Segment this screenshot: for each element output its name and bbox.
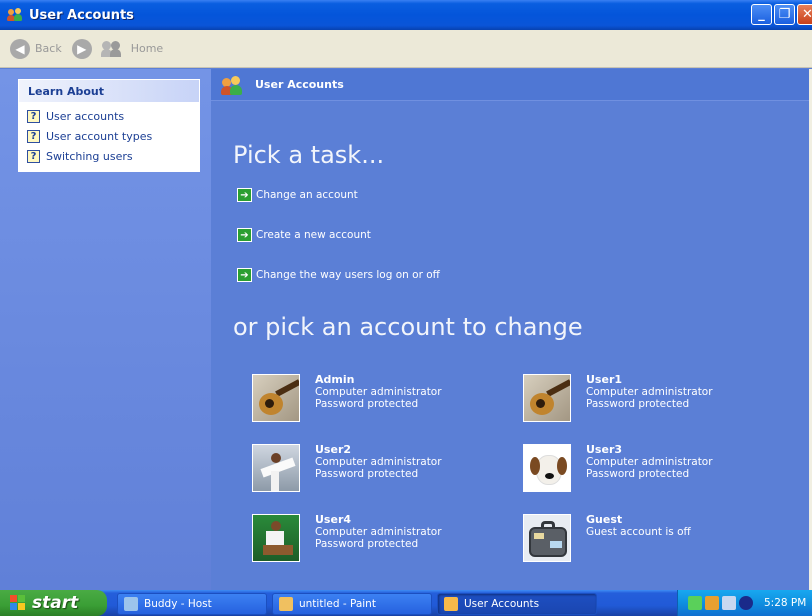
account-tile-user1[interactable]: User1 Computer administrator Password pr… (523, 374, 743, 422)
account-type: Computer administrator (315, 456, 442, 468)
learn-link-user-account-types[interactable]: ? User account types (27, 126, 199, 146)
task-change-logon[interactable]: ➔ Change the way users log on or off (237, 268, 440, 282)
green-arrow-icon: ➔ (237, 268, 252, 282)
account-status: Password protected (315, 398, 419, 410)
main-header-title: User Accounts (255, 78, 344, 91)
windows-logo-icon (10, 595, 26, 611)
start-label: start (32, 593, 79, 613)
account-name: User1 (586, 373, 623, 386)
account-name: User2 (315, 443, 352, 456)
task-change-account[interactable]: ➔ Change an account (237, 188, 358, 202)
learn-about-header: Learn About (19, 80, 199, 102)
back-button[interactable]: ◀ Back (10, 38, 62, 59)
taskbar-button-label: untitled - Paint (299, 598, 376, 610)
taskbar-button-buddy-host[interactable]: Buddy - Host (117, 593, 267, 615)
suitcase-icon (523, 514, 571, 562)
back-label: Back (35, 42, 62, 55)
restore-icon: ❐ (778, 7, 791, 22)
task-label: Change an account (256, 189, 358, 201)
task-label: Change the way users log on or off (256, 269, 440, 281)
taskbar-button-label: User Accounts (464, 598, 540, 610)
main-content-pane: User Accounts Pick a task... ➔ Change an… (211, 69, 812, 590)
dog-icon (523, 444, 571, 492)
task-create-account[interactable]: ➔ Create a new account (237, 228, 371, 242)
user-accounts-icon (221, 74, 243, 96)
close-icon: ✕ (802, 7, 812, 22)
minimize-icon: _ (758, 7, 765, 22)
network-icon (124, 597, 138, 611)
tray-app-icon[interactable] (688, 596, 702, 610)
main-header: User Accounts (211, 69, 812, 101)
help-icon: ? (27, 109, 40, 123)
restore-button[interactable]: ❐ (774, 4, 795, 25)
account-tile-admin[interactable]: Admin Computer administrator Password pr… (252, 374, 472, 422)
account-tile-guest[interactable]: Guest Guest account is off (523, 514, 743, 562)
pick-account-heading: or pick an account to change (233, 313, 583, 341)
account-status: Password protected (586, 398, 690, 410)
home-label: Home (130, 42, 164, 55)
window-title: User Accounts (29, 7, 134, 23)
learn-link-label: Switching users (46, 149, 133, 163)
learn-link-label: User accounts (46, 109, 125, 123)
learn-link-switching-users[interactable]: ? Switching users (27, 146, 199, 166)
account-status: Password protected (586, 468, 690, 480)
tray-volume-icon[interactable] (739, 596, 753, 610)
learn-link-user-accounts[interactable]: ? User accounts (27, 106, 199, 126)
account-tile-user2[interactable]: User2 Computer administrator Password pr… (252, 444, 472, 492)
forward-button[interactable]: ▶ (71, 38, 92, 59)
navigation-toolbar: ◀ Back ▶ Home (0, 30, 812, 68)
learn-about-panel: Learn About ? User accounts ? User accou… (18, 79, 200, 172)
tray-network-icon[interactable] (705, 596, 719, 610)
help-icon: ? (27, 149, 40, 163)
forward-arrow-icon: ▶ (71, 38, 92, 59)
home-icon (100, 40, 126, 57)
start-button[interactable]: start (0, 590, 107, 616)
account-name: Admin (315, 373, 355, 386)
account-status: Password protected (315, 468, 419, 480)
green-arrow-icon: ➔ (237, 188, 252, 202)
close-button[interactable]: ✕ (797, 4, 812, 25)
clock[interactable]: 5:28 PM (764, 597, 806, 609)
help-icon: ? (27, 129, 40, 143)
account-type: Computer administrator (315, 526, 442, 538)
taskbar-button-user-accounts[interactable]: User Accounts (437, 593, 597, 615)
user-accounts-icon (444, 597, 458, 611)
task-label: Create a new account (256, 229, 371, 241)
minimize-button[interactable]: _ (751, 4, 772, 25)
green-arrow-icon: ➔ (237, 228, 252, 242)
account-tile-user4[interactable]: User4 Computer administrator Password pr… (252, 514, 472, 562)
account-name: User3 (586, 443, 623, 456)
karate-icon (252, 444, 300, 492)
account-status: Password protected (315, 538, 419, 550)
user-accounts-icon (7, 8, 23, 22)
system-tray: 5:28 PM (677, 590, 812, 616)
taskbar-button-paint[interactable]: untitled - Paint (272, 593, 432, 615)
guitar-icon (252, 374, 300, 422)
taskbar-button-label: Buddy - Host (144, 598, 212, 610)
account-name: Guest (586, 513, 623, 526)
pick-task-heading: Pick a task... (233, 141, 385, 169)
tray-monitor-icon[interactable] (722, 596, 736, 610)
home-button[interactable]: Home (100, 40, 164, 57)
account-type: Computer administrator (586, 386, 713, 398)
account-name: User4 (315, 513, 352, 526)
left-task-pane: Learn About ? User accounts ? User accou… (0, 69, 211, 590)
account-type: Guest account is off (586, 526, 691, 538)
account-type: Computer administrator (315, 386, 442, 398)
paint-icon (279, 597, 293, 611)
account-tile-user3[interactable]: User3 Computer administrator Password pr… (523, 444, 743, 492)
window-titlebar[interactable]: User Accounts _ ❐ ✕ (0, 0, 812, 30)
learn-link-label: User account types (46, 129, 153, 143)
taskbar: start Buddy - Host untitled - Paint User… (0, 590, 812, 616)
soccer-icon (252, 514, 300, 562)
account-type: Computer administrator (586, 456, 713, 468)
guitar-icon (523, 374, 571, 422)
back-arrow-icon: ◀ (10, 38, 30, 59)
